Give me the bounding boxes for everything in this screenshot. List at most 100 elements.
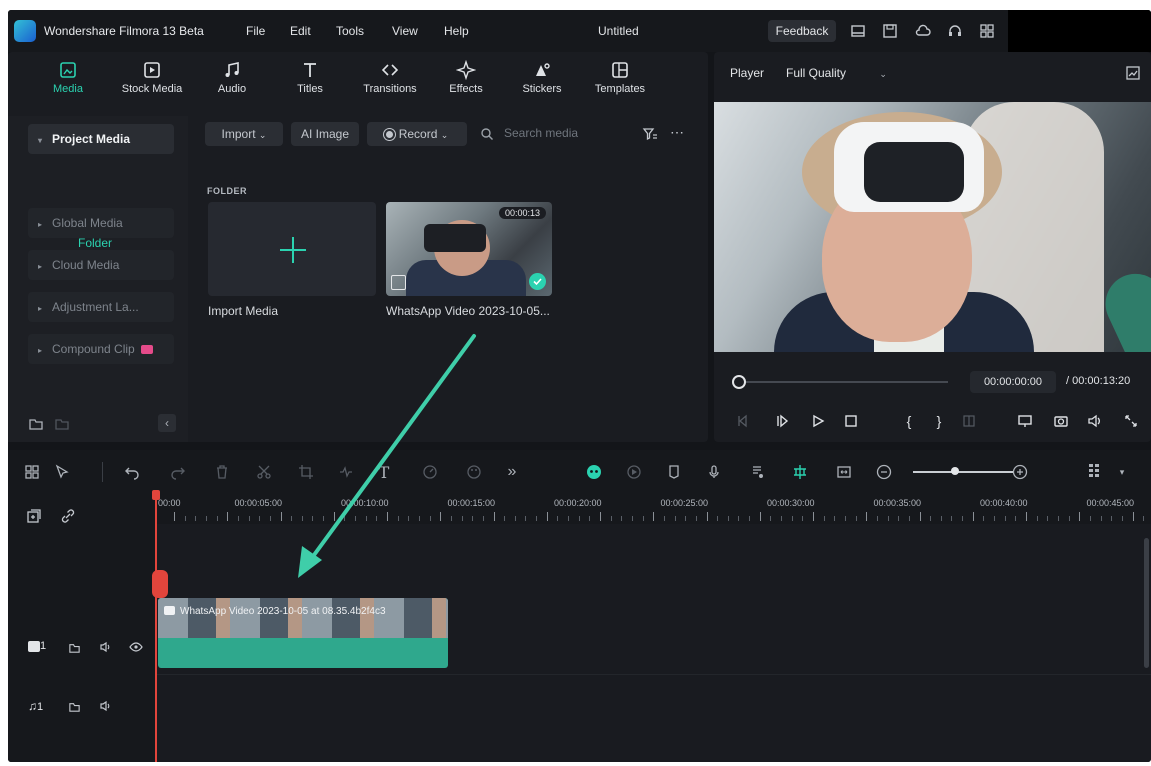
undo-icon[interactable]: [122, 462, 142, 482]
sidebar-item-global-media[interactable]: ▸ Global Media: [28, 208, 174, 238]
tab-audio[interactable]: Audio: [192, 60, 272, 95]
new-folder-icon[interactable]: [28, 416, 44, 432]
play-icon[interactable]: [809, 412, 827, 430]
timeline-video-clip[interactable]: WhatsApp Video 2023-10-05 at 08.35.4b2f4…: [158, 598, 448, 668]
quality-dropdown[interactable]: Full Quality ⌄: [786, 66, 887, 80]
sidebar-item-folder[interactable]: Folder: [78, 236, 112, 250]
tab-transitions[interactable]: Transitions: [350, 60, 430, 95]
track-layout-icon[interactable]: [1084, 462, 1104, 482]
ruler-tick: [813, 512, 814, 521]
microphone-icon[interactable]: [704, 462, 724, 482]
tab-media[interactable]: Media: [28, 60, 108, 95]
color-icon[interactable]: [464, 462, 484, 482]
menu-file[interactable]: File: [246, 24, 265, 38]
sidebar-item-compound-clip[interactable]: ▸ Compound Clip: [28, 334, 174, 364]
tab-label: Media: [53, 83, 83, 95]
layout-grid-icon[interactable]: [22, 462, 42, 482]
scissors-icon[interactable]: [254, 462, 274, 482]
collapse-sidebar-icon[interactable]: ‹: [158, 414, 176, 432]
sidebar-item-cloud-media[interactable]: ▸ Cloud Media: [28, 250, 174, 280]
track-folder-icon[interactable]: [66, 639, 82, 655]
layout-icon[interactable]: [849, 22, 867, 40]
ruler-tick: [237, 516, 239, 521]
chevron-down-icon[interactable]: ▾: [1112, 462, 1132, 482]
next-frame-icon[interactable]: [774, 412, 792, 430]
select-arrow-icon[interactable]: [52, 462, 72, 482]
track-visibility-icon[interactable]: [128, 639, 144, 655]
prev-frame-icon[interactable]: [734, 412, 752, 430]
track-folder-icon[interactable]: [66, 698, 82, 714]
text-icon[interactable]: T: [374, 462, 394, 482]
render-preview-icon[interactable]: [624, 462, 644, 482]
fullscreen-icon[interactable]: [1122, 412, 1140, 430]
zoom-in-icon[interactable]: [1010, 462, 1030, 482]
audio-stretch-icon[interactable]: [336, 462, 356, 482]
audio-mix-icon[interactable]: [748, 462, 768, 482]
split-view-icon[interactable]: [960, 412, 978, 430]
playback-scrubber[interactable]: [738, 381, 948, 383]
more-tools-icon[interactable]: »: [502, 462, 522, 482]
tab-effects[interactable]: Effects: [426, 60, 506, 95]
snap-magnet-icon[interactable]: [790, 462, 810, 482]
menu-view[interactable]: View: [392, 24, 418, 38]
import-dropdown[interactable]: Import ⌄: [205, 122, 283, 146]
more-options-icon[interactable]: ⋯: [670, 124, 685, 141]
record-dropdown[interactable]: Record ⌄: [367, 122, 467, 146]
menu-edit[interactable]: Edit: [290, 24, 311, 38]
feedback-button[interactable]: Feedback: [768, 20, 836, 42]
menu-help[interactable]: Help: [444, 24, 469, 38]
headset-icon[interactable]: [946, 22, 964, 40]
tab-templates[interactable]: Templates: [580, 60, 660, 95]
mark-out-icon[interactable]: }: [930, 412, 948, 430]
filter-icon[interactable]: [642, 126, 658, 142]
ai-image-button[interactable]: AI Image: [291, 122, 359, 146]
zoom-out-icon[interactable]: [874, 462, 894, 482]
track-volume-icon[interactable]: [98, 698, 114, 714]
playhead-handle[interactable]: [152, 490, 160, 500]
display-icon[interactable]: [1016, 412, 1034, 430]
cloud-upload-icon[interactable]: [914, 22, 932, 40]
search-input[interactable]: Search media: [504, 126, 578, 140]
tab-stickers[interactable]: Stickers: [502, 60, 582, 95]
playhead-marker[interactable]: [152, 570, 168, 598]
video-thumbnail[interactable]: 00:00:13: [386, 202, 552, 296]
ruler-tick: [940, 516, 942, 521]
add-track-icon[interactable]: [26, 508, 42, 524]
redo-icon[interactable]: [168, 462, 188, 482]
zoom-slider[interactable]: [913, 471, 1013, 473]
scrubber-handle[interactable]: [732, 375, 746, 389]
track-volume-icon[interactable]: [98, 639, 114, 655]
ruler-tick: [312, 516, 314, 521]
apps-grid-icon[interactable]: [978, 22, 996, 40]
fit-timeline-icon[interactable]: [834, 462, 854, 482]
marker-icon[interactable]: [664, 462, 684, 482]
chart-icon[interactable]: [1124, 64, 1142, 82]
ruler-tick: [717, 516, 719, 521]
import-media-tile[interactable]: [208, 202, 376, 296]
zoom-slider-handle[interactable]: [951, 467, 959, 475]
volume-icon[interactable]: [1086, 412, 1104, 430]
sidebar-item-adjustment-layer[interactable]: ▸ Adjustment La...: [28, 292, 174, 322]
video-label: WhatsApp Video 2023-10-05...: [386, 304, 550, 318]
mark-in-icon[interactable]: {: [900, 412, 918, 430]
menu-tools[interactable]: Tools: [336, 24, 364, 38]
snapshot-icon[interactable]: [1052, 412, 1070, 430]
ai-copilot-icon[interactable]: [584, 462, 604, 482]
sidebar-item-project-media[interactable]: ▾ Project Media: [28, 124, 174, 154]
timeline-ruler[interactable]: 00:00 00:00:05:00 00:00:10:00 00:00:15:00 00…: [156, 494, 1151, 524]
speed-icon[interactable]: [420, 462, 440, 482]
sidebar-item-label: Compound Clip: [52, 342, 135, 356]
delete-icon[interactable]: [212, 462, 232, 482]
save-icon[interactable]: [881, 22, 899, 40]
tab-stock-media[interactable]: Stock Media: [112, 60, 192, 95]
playhead[interactable]: [155, 494, 157, 762]
ruler-tick: [472, 516, 474, 521]
tab-titles[interactable]: Titles: [270, 60, 350, 95]
stop-icon[interactable]: [842, 412, 860, 430]
timeline-scrollbar[interactable]: [1144, 538, 1149, 668]
crop-icon[interactable]: [296, 462, 316, 482]
sidebar-item-label: Adjustment La...: [52, 300, 139, 314]
preview-video[interactable]: [714, 102, 1151, 352]
ruler-tick: [749, 516, 751, 521]
link-icon[interactable]: [60, 508, 76, 524]
